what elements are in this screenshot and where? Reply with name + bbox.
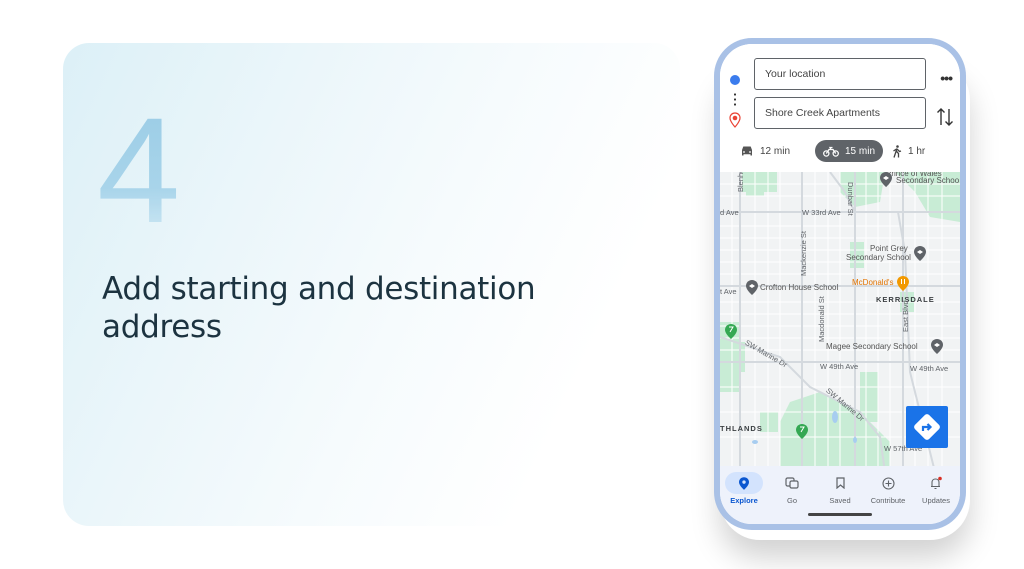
nav-updates[interactable]: Updates bbox=[912, 472, 960, 505]
school-pin-icon[interactable] bbox=[880, 172, 892, 187]
mode-motorcycle[interactable]: 15 min bbox=[815, 140, 884, 162]
nav-explore-label: Explore bbox=[730, 496, 758, 505]
nav-go[interactable]: Go bbox=[768, 472, 816, 505]
travel-modes: 12 min 15 min 1 hr bbox=[720, 140, 960, 164]
motorcycle-icon bbox=[823, 146, 839, 157]
go-commute-icon bbox=[773, 472, 811, 494]
start-location-input[interactable]: Your location bbox=[754, 58, 926, 90]
map-label-mackenzie: Mackenzie St bbox=[799, 230, 808, 276]
mode-drive-time: 12 min bbox=[760, 145, 791, 157]
nav-explore[interactable]: Explore bbox=[720, 472, 768, 505]
directions-button[interactable] bbox=[906, 406, 948, 448]
mode-motorcycle-time: 15 min bbox=[845, 145, 876, 157]
park-pin-icon[interactable] bbox=[725, 324, 737, 339]
home-indicator[interactable] bbox=[808, 513, 872, 516]
map-label-macdonald: Macdonald St bbox=[817, 296, 826, 342]
destination-input[interactable]: Shore Creek Apartments bbox=[754, 97, 926, 129]
mode-walk-time: 1 hr bbox=[908, 145, 926, 157]
add-circle-icon bbox=[869, 472, 907, 494]
nav-saved[interactable]: Saved bbox=[816, 472, 864, 505]
map-label-crofton[interactable]: Crofton House School bbox=[760, 283, 838, 292]
map-label-thlands: THLANDS bbox=[720, 424, 763, 433]
park bbox=[725, 342, 745, 372]
nav-contribute[interactable]: Contribute bbox=[864, 472, 912, 505]
park-pin-icon[interactable] bbox=[796, 424, 808, 439]
mode-walk[interactable]: 1 hr bbox=[892, 140, 925, 162]
school-pin-icon[interactable] bbox=[931, 339, 943, 354]
map-label-prince-school[interactable]: Secondary Schoo bbox=[896, 176, 959, 185]
bell-icon bbox=[917, 472, 955, 494]
step-title: Add starting and destination address bbox=[102, 271, 536, 345]
start-dot-icon bbox=[730, 75, 740, 85]
phone-screen: Your location Shore Creek Apartments •••… bbox=[720, 44, 960, 524]
map-label-w33: W 33rd Ave bbox=[802, 208, 841, 217]
directions-panel: Your location Shore Creek Apartments •••… bbox=[720, 44, 960, 172]
bookmark-icon bbox=[821, 472, 859, 494]
map-label-point-grey-1[interactable]: Point Grey bbox=[870, 244, 908, 253]
map-label-dunbar: Dunbar St bbox=[846, 182, 855, 216]
more-options-icon[interactable]: ••• bbox=[940, 70, 953, 86]
destination-pin-icon bbox=[729, 112, 741, 128]
map-label-point-grey-2[interactable]: Secondary School bbox=[846, 253, 911, 262]
map-label-w49b: W 49th Ave bbox=[910, 364, 949, 373]
school-pin-icon[interactable] bbox=[914, 246, 926, 261]
map-label-mcdonalds[interactable]: McDonald's bbox=[852, 278, 894, 287]
nav-contribute-label: Contribute bbox=[870, 496, 906, 505]
map-label-ave-left2: t Ave bbox=[720, 287, 737, 296]
directions-icon bbox=[914, 414, 940, 440]
car-icon bbox=[742, 146, 752, 156]
map-label-magee[interactable]: Magee Secondary School bbox=[826, 342, 918, 351]
bottom-nav: Explore Go Saved Contribute Updates bbox=[720, 466, 960, 524]
walk-icon bbox=[893, 144, 902, 158]
school-pin-icon[interactable] bbox=[746, 280, 758, 295]
nav-go-label: Go bbox=[786, 496, 797, 505]
route-dots-icon bbox=[734, 92, 736, 106]
restaurant-pin-icon[interactable] bbox=[897, 276, 909, 291]
map-label-w49: W 49th Ave bbox=[820, 362, 859, 371]
map-label-east-blvd: East Blvd bbox=[901, 300, 910, 332]
notification-dot bbox=[938, 476, 942, 481]
explore-pin-icon bbox=[725, 472, 763, 494]
nav-saved-label: Saved bbox=[829, 496, 851, 505]
step-number: 4 bbox=[97, 80, 180, 260]
map-label-blenheim: Blenheim bbox=[736, 172, 745, 192]
map-label-ave-left: d Ave bbox=[720, 208, 739, 217]
nav-updates-label: Updates bbox=[922, 496, 950, 505]
mode-drive[interactable]: 12 min bbox=[740, 140, 790, 162]
phone-frame: Your location Shore Creek Apartments •••… bbox=[714, 38, 966, 530]
swap-icon[interactable] bbox=[936, 106, 954, 128]
